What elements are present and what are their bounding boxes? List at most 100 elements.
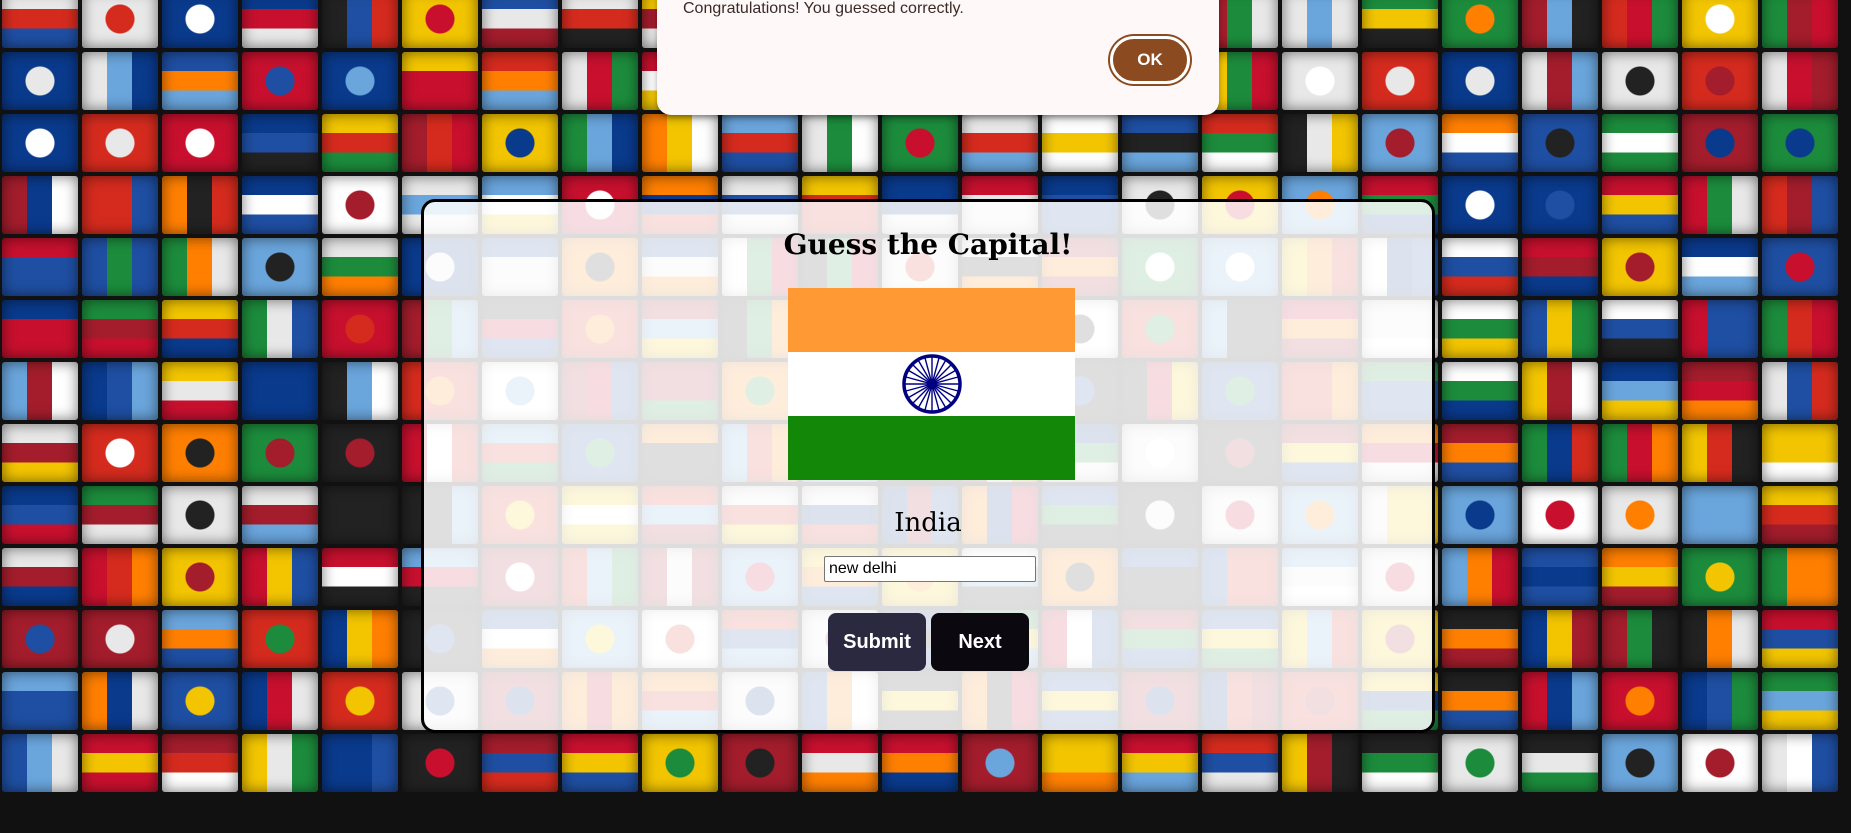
- country-name: India: [894, 508, 962, 538]
- background-flag-tile: [1682, 610, 1758, 668]
- background-flag-tile: [882, 734, 958, 792]
- background-flag-tile: [82, 548, 158, 606]
- background-flag-tile: [1202, 734, 1278, 792]
- background-flag-tile: [82, 610, 158, 668]
- background-flag-tile: [82, 114, 158, 172]
- background-flag-tile: [2, 176, 78, 234]
- background-flag-tile: [1362, 734, 1438, 792]
- background-flag-tile: [1522, 52, 1598, 110]
- background-flag-tile: [322, 548, 398, 606]
- background-flag-tile: [1522, 548, 1598, 606]
- background-flag-tile: [1762, 548, 1838, 606]
- background-flag-tile: [1762, 52, 1838, 110]
- background-flag-tile: [322, 610, 398, 668]
- background-flag-tile: [322, 176, 398, 234]
- background-flag-tile: [82, 176, 158, 234]
- background-flag-tile: [1522, 486, 1598, 544]
- background-flag-tile: [162, 672, 238, 730]
- background-flag-tile: [482, 114, 558, 172]
- background-flag-tile: [482, 734, 558, 792]
- background-flag-tile: [1762, 114, 1838, 172]
- background-flag-tile: [242, 424, 318, 482]
- background-flag-tile: [1602, 424, 1678, 482]
- background-flag-tile: [1442, 424, 1518, 482]
- background-flag-tile: [322, 52, 398, 110]
- background-flag-tile: [162, 362, 238, 420]
- background-flag-tile: [1682, 672, 1758, 730]
- background-flag-tile: [82, 238, 158, 296]
- background-flag-tile: [242, 114, 318, 172]
- submit-button[interactable]: Submit: [828, 613, 926, 671]
- background-flag-tile: [1442, 548, 1518, 606]
- background-flag-tile: [1442, 176, 1518, 234]
- background-flag-tile: [962, 114, 1038, 172]
- ashoka-chakra-icon: [902, 354, 962, 414]
- india-flag-icon: [788, 288, 1075, 480]
- background-flag-tile: [722, 114, 798, 172]
- alert-dialog: Congratulations! You guessed correctly. …: [657, 0, 1219, 115]
- background-flag-tile: [82, 52, 158, 110]
- background-flag-tile: [82, 672, 158, 730]
- background-flag-tile: [1602, 176, 1678, 234]
- background-flag-tile: [322, 114, 398, 172]
- background-flag-tile: [1442, 672, 1518, 730]
- ok-button[interactable]: OK: [1110, 36, 1190, 84]
- background-flag-tile: [162, 548, 238, 606]
- background-flag-tile: [402, 734, 478, 792]
- background-flag-tile: [1522, 610, 1598, 668]
- background-flag-tile: [82, 734, 158, 792]
- background-flag-tile: [1602, 672, 1678, 730]
- background-flag-tile: [1362, 0, 1438, 48]
- background-flag-tile: [1682, 238, 1758, 296]
- background-flag-tile: [82, 0, 158, 48]
- background-flag-tile: [1522, 176, 1598, 234]
- background-flag-tile: [1442, 610, 1518, 668]
- background-flag-tile: [1522, 362, 1598, 420]
- background-flag-tile: [1602, 0, 1678, 48]
- background-flag-tile: [2, 734, 78, 792]
- background-flag-tile: [1602, 238, 1678, 296]
- background-flag-tile: [322, 486, 398, 544]
- background-flag-tile: [1762, 300, 1838, 358]
- background-flag-tile: [1602, 300, 1678, 358]
- background-flag-tile: [1602, 610, 1678, 668]
- background-flag-tile: [242, 52, 318, 110]
- background-flag-tile: [1762, 486, 1838, 544]
- background-flag-tile: [1282, 114, 1358, 172]
- background-flag-tile: [1362, 52, 1438, 110]
- background-flag-tile: [1762, 610, 1838, 668]
- background-flag-tile: [82, 486, 158, 544]
- background-flag-tile: [2, 486, 78, 544]
- background-flag-tile: [482, 0, 558, 48]
- background-flag-tile: [1442, 734, 1518, 792]
- background-flag-tile: [1042, 114, 1118, 172]
- background-flag-tile: [2, 52, 78, 110]
- background-flag-tile: [1682, 486, 1758, 544]
- background-flag-tile: [1522, 672, 1598, 730]
- background-flag-tile: [162, 300, 238, 358]
- capital-answer-input[interactable]: [824, 556, 1036, 582]
- background-flag-tile: [1762, 176, 1838, 234]
- background-flag-tile: [642, 114, 718, 172]
- background-flag-tile: [722, 734, 798, 792]
- background-flag-tile: [2, 300, 78, 358]
- background-flag-tile: [1282, 734, 1358, 792]
- background-flag-tile: [2, 114, 78, 172]
- background-flag-tile: [162, 52, 238, 110]
- background-flag-tile: [82, 300, 158, 358]
- background-flag-tile: [322, 0, 398, 48]
- background-flag-tile: [1602, 114, 1678, 172]
- background-flag-tile: [2, 672, 78, 730]
- background-flag-tile: [242, 362, 318, 420]
- background-flag-tile: [1762, 672, 1838, 730]
- background-flag-tile: [1122, 734, 1198, 792]
- background-flag-tile: [882, 114, 958, 172]
- background-flag-tile: [402, 114, 478, 172]
- flag-saffron-band: [788, 288, 1075, 352]
- background-flag-tile: [962, 734, 1038, 792]
- quiz-card: Guess the Capital! India Submit Next: [421, 199, 1435, 733]
- background-flag-tile: [1762, 238, 1838, 296]
- next-button[interactable]: Next: [931, 613, 1029, 671]
- background-flag-tile: [242, 176, 318, 234]
- background-flag-tile: [242, 0, 318, 48]
